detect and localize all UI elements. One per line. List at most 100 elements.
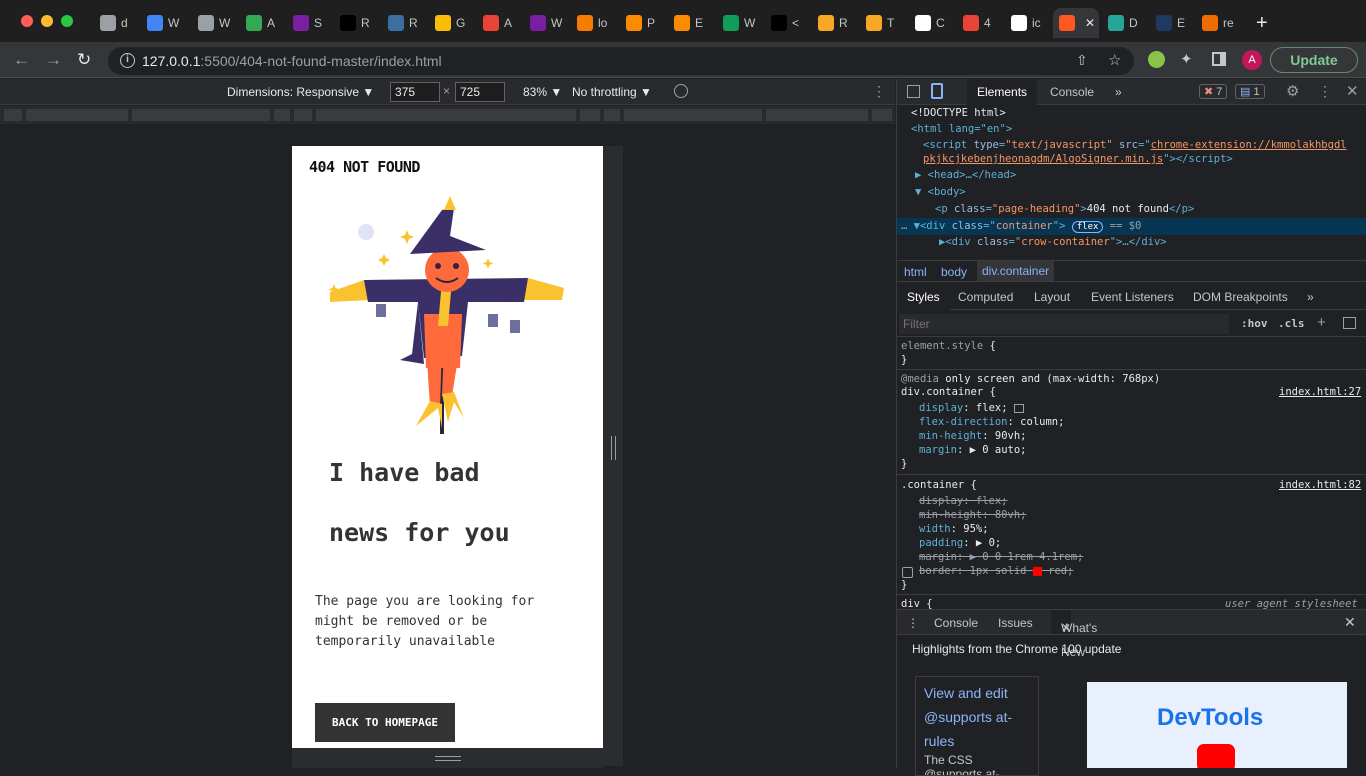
ruler-segment[interactable]: [26, 109, 128, 121]
dom-container-selected[interactable]: … ▼<div class="container"> flex == $0: [897, 218, 1366, 235]
rule1-prop-margin[interactable]: margin: ▶ 0 auto;: [919, 444, 1027, 456]
rule2-prop-display-overridden[interactable]: display: flex;: [919, 495, 1008, 507]
ruler-segment[interactable]: [274, 109, 290, 121]
zoom-window-button[interactable]: [61, 15, 73, 27]
more-tabs-icon[interactable]: »: [1115, 85, 1122, 99]
dom-script-src-cont[interactable]: pkjkcjkebenjheonagdm/AlgoSigner.min.js">…: [923, 153, 1233, 165]
back-icon[interactable]: ←: [13, 50, 30, 70]
rule1-prop-min-height[interactable]: min-height: 90vh;: [919, 430, 1026, 442]
ruler-segment[interactable]: [872, 109, 892, 121]
message-count-badge[interactable]: ▤ 1: [1235, 84, 1265, 99]
hov-toggle[interactable]: :hov: [1241, 317, 1268, 330]
drawer-tab-whats-new[interactable]: What's New ✕: [1051, 610, 1097, 659]
device-height-input[interactable]: [455, 82, 505, 102]
rule2-prop-width[interactable]: width: 95%;: [919, 523, 989, 535]
rule1-selector[interactable]: div.container {: [901, 386, 996, 398]
drawer-tab-console[interactable]: Console: [934, 616, 978, 630]
drawer-menu-icon[interactable]: ⋮: [907, 616, 919, 630]
browser-tab[interactable]: P: [620, 8, 664, 38]
tab-elements[interactable]: Elements: [967, 79, 1038, 105]
rotate-icon[interactable]: [674, 84, 688, 98]
side-panel-icon[interactable]: [1212, 52, 1226, 66]
rule1-source-link[interactable]: index.html:27: [1279, 386, 1361, 398]
rule2-prop-min-height-overridden[interactable]: min-height: 80vh;: [919, 509, 1026, 521]
zoom-select[interactable]: 83% ▼: [523, 85, 562, 99]
tab-dom-breakpoints[interactable]: DOM Breakpoints: [1193, 290, 1288, 304]
dom-doctype[interactable]: <!DOCTYPE html>: [911, 107, 1006, 119]
ruler-segment[interactable]: [580, 109, 600, 121]
minimize-window-button[interactable]: [41, 15, 53, 27]
dimensions-select[interactable]: Dimensions: Responsive ▼: [227, 85, 374, 99]
settings-gear-icon[interactable]: ⚙: [1286, 82, 1299, 100]
browser-tab[interactable]: E: [668, 8, 712, 38]
address-bar[interactable]: i 127.0.0.1:5500/404-not-found-master/in…: [108, 47, 1134, 75]
browser-tab[interactable]: W: [192, 8, 236, 38]
close-window-button[interactable]: [21, 15, 33, 27]
extensions-puzzle-icon[interactable]: ✦: [1180, 50, 1193, 68]
lightbulb-extension-icon[interactable]: [1148, 51, 1165, 68]
breadcrumb-body[interactable]: body: [941, 265, 967, 279]
browser-tab[interactable]: G: [429, 8, 473, 38]
close-tab-icon[interactable]: ✕: [1085, 16, 1095, 30]
forward-icon[interactable]: →: [45, 50, 62, 70]
resize-handle-right[interactable]: [603, 146, 623, 766]
devtools-menu-icon[interactable]: ⋮: [1318, 83, 1332, 100]
error-count-badge[interactable]: ✖ 7: [1199, 84, 1228, 99]
inspect-element-icon[interactable]: [907, 85, 920, 98]
browser-tab[interactable]: R: [382, 8, 426, 38]
ruler-segment[interactable]: [4, 109, 22, 121]
ruler-segment[interactable]: [132, 109, 270, 121]
profile-avatar[interactable]: A: [1242, 50, 1262, 70]
browser-tab[interactable]: <: [765, 8, 809, 38]
browser-tab[interactable]: R: [812, 8, 856, 38]
browser-tab[interactable]: re: [1196, 8, 1240, 38]
styles-filter-input[interactable]: [899, 314, 1229, 334]
browser-tab[interactable]: ✕: [1053, 8, 1099, 38]
throttling-select[interactable]: No throttling ▼: [572, 85, 652, 99]
browser-tab[interactable]: D: [1102, 8, 1146, 38]
more-subtabs-icon[interactable]: »: [1307, 290, 1314, 304]
tab-event-listeners[interactable]: Event Listeners: [1091, 290, 1174, 304]
new-rule-icon[interactable]: +: [1317, 314, 1326, 331]
new-tab-button[interactable]: +: [1256, 12, 1268, 35]
rule2-prop-padding[interactable]: padding: ▶ 0;: [919, 537, 1001, 549]
rule1-prop-display[interactable]: display: flex;: [919, 402, 1024, 414]
site-info-icon[interactable]: i: [120, 53, 135, 68]
close-devtools-icon[interactable]: ✕: [1346, 82, 1359, 100]
drawer-tab-issues[interactable]: Issues: [998, 616, 1033, 630]
browser-tab[interactable]: E: [1150, 8, 1194, 38]
ruler-segment[interactable]: [316, 109, 576, 121]
breadcrumb-div-container[interactable]: div.container: [977, 261, 1055, 281]
ruler-segment[interactable]: [294, 109, 312, 121]
browser-tab[interactable]: A: [240, 8, 284, 38]
dom-body-node[interactable]: ▼ <body>: [915, 186, 966, 198]
rule2-prop-border-disabled[interactable]: border: 1px solid red;: [919, 565, 1073, 577]
rule2-source-link[interactable]: index.html:82: [1279, 479, 1361, 491]
cls-toggle[interactable]: .cls: [1278, 317, 1305, 330]
browser-tab[interactable]: lo: [571, 8, 615, 38]
tab-computed[interactable]: Computed: [958, 290, 1013, 304]
tab-layout[interactable]: Layout: [1034, 290, 1070, 304]
ruler-segment[interactable]: [624, 109, 762, 121]
back-to-homepage-button[interactable]: BACK TO HOMEPAGE: [315, 703, 455, 742]
device-toggle-icon[interactable]: [931, 83, 943, 99]
dom-crow-container[interactable]: ▶<div class="crow-container">…</div>: [939, 236, 1167, 248]
device-width-input[interactable]: [390, 82, 440, 102]
browser-tab[interactable]: R: [334, 8, 378, 38]
border-checkbox[interactable]: [902, 567, 913, 578]
feature-card-link[interactable]: View and edit @supports at-rules: [924, 681, 1030, 753]
toggle-sidebar-icon[interactable]: [1343, 317, 1356, 329]
browser-menu-icon[interactable]: ⋮: [1361, 50, 1366, 67]
browser-tab[interactable]: d: [94, 8, 138, 38]
browser-tab[interactable]: S: [287, 8, 331, 38]
dom-script-tag[interactable]: <script type="text/javascript" src="chro…: [923, 139, 1347, 151]
rule2-prop-margin-overridden[interactable]: margin: ▶ 0 0 1rem 4.1rem;: [919, 551, 1083, 563]
browser-tab[interactable]: W: [524, 8, 568, 38]
tab-console[interactable]: Console: [1050, 85, 1094, 99]
browser-tab[interactable]: T: [860, 8, 904, 38]
browser-tab[interactable]: A: [477, 8, 521, 38]
share-icon[interactable]: ⇧: [1076, 52, 1088, 69]
browser-tab[interactable]: ic: [1005, 8, 1049, 38]
dom-head-node[interactable]: ▶ <head>…</head>: [915, 169, 1016, 181]
close-drawer-icon[interactable]: ✕: [1344, 614, 1356, 631]
